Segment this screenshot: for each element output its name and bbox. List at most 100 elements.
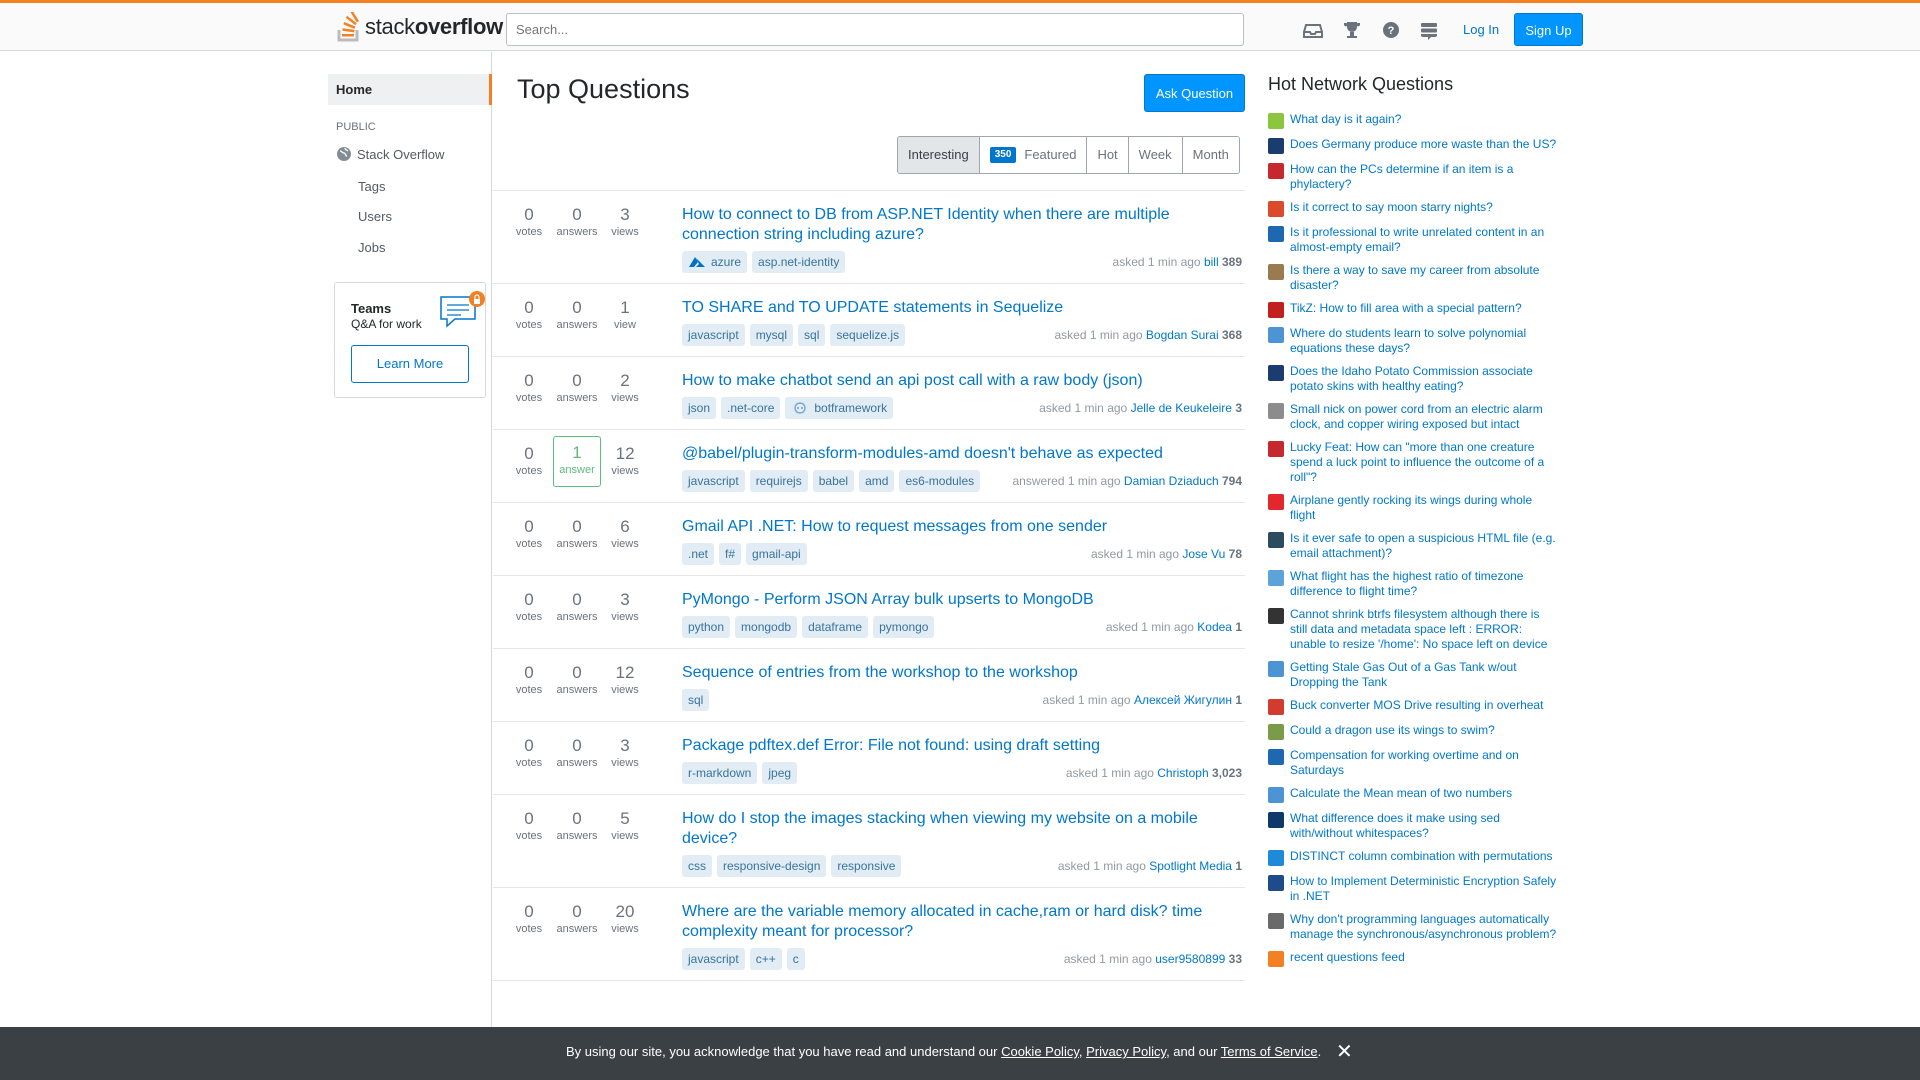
- login-link[interactable]: Log In: [1453, 13, 1509, 46]
- question-tag[interactable]: pymongo: [873, 616, 935, 638]
- question-user-link[interactable]: Jelle de Keukeleire: [1131, 401, 1232, 415]
- question-title-link[interactable]: PyMongo - Perform JSON Array bulk upsert…: [682, 590, 1242, 610]
- question-title-link[interactable]: @babel/plugin-transform-modules-amd does…: [682, 444, 1242, 464]
- nav-users[interactable]: Users: [358, 209, 392, 224]
- feed-link[interactable]: recent questions feed: [1290, 950, 1405, 967]
- question-tag[interactable]: mysql: [749, 324, 794, 346]
- hnq-link[interactable]: Does the Idaho Potato Commission associa…: [1290, 364, 1560, 394]
- stackexchange-icon[interactable]: [1418, 19, 1440, 41]
- question-tag[interactable]: responsive-design: [717, 855, 827, 877]
- inbox-icon[interactable]: [1302, 19, 1324, 41]
- question-user-link[interactable]: Алексей Жигулин: [1134, 693, 1232, 707]
- hnq-link[interactable]: Lucky Feat: How can "more than one creat…: [1290, 440, 1560, 485]
- hnq-link[interactable]: What day is it again?: [1290, 112, 1401, 129]
- hnq-link[interactable]: Does Germany produce more waste than the…: [1290, 137, 1556, 154]
- question-tag[interactable]: asp.net-identity: [752, 251, 846, 273]
- question-tag[interactable]: .net: [682, 543, 715, 565]
- hnq-link[interactable]: What flight has the highest ratio of tim…: [1290, 569, 1560, 599]
- hnq-link[interactable]: How to Implement Deterministic Encryptio…: [1290, 874, 1560, 904]
- hnq-link[interactable]: Compensation for working overtime and on…: [1290, 748, 1560, 778]
- question-user-link[interactable]: Damian Dziaduch: [1124, 474, 1219, 488]
- question-user-link[interactable]: Kodea: [1197, 620, 1232, 634]
- question-tag[interactable]: javascript: [682, 470, 745, 492]
- question-tag[interactable]: r-markdown: [682, 762, 758, 784]
- privacy-policy-link[interactable]: Privacy Policy: [1086, 1044, 1166, 1059]
- hnq-link[interactable]: Airplane gently rocking its wings during…: [1290, 493, 1560, 523]
- question-tag[interactable]: javascript: [682, 948, 745, 970]
- cookie-policy-link[interactable]: Cookie Policy: [1001, 1044, 1079, 1059]
- nav-home[interactable]: Home: [328, 74, 492, 105]
- nav-jobs[interactable]: Jobs: [358, 240, 385, 255]
- question-user-link[interactable]: Spotlight Media: [1149, 859, 1232, 873]
- question-tag[interactable]: json: [682, 397, 717, 419]
- hnq-link[interactable]: Is it ever safe to open a suspicious HTM…: [1290, 531, 1560, 561]
- question-tag[interactable]: sql: [682, 689, 710, 711]
- hnq-link[interactable]: TikZ: How to fill area with a special pa…: [1290, 301, 1522, 318]
- question-tag[interactable]: jpeg: [762, 762, 798, 784]
- question-user-link[interactable]: Christoph: [1157, 766, 1208, 780]
- terms-of-service-link[interactable]: Terms of Service: [1221, 1044, 1318, 1059]
- question-user-link[interactable]: Bogdan Surai: [1146, 328, 1219, 342]
- hnq-link[interactable]: Why don't programming languages automati…: [1290, 912, 1560, 942]
- hnq-link[interactable]: How can the PCs determine if an item is …: [1290, 162, 1560, 192]
- question-user-link[interactable]: user9580899: [1155, 952, 1225, 966]
- hnq-link[interactable]: Is it correct to say moon starry nights?: [1290, 200, 1493, 217]
- question-tag[interactable]: dataframe: [802, 616, 869, 638]
- question-tag[interactable]: sql: [798, 324, 826, 346]
- question-title-link[interactable]: Sequence of entries from the workshop to…: [682, 663, 1242, 683]
- trophy-icon[interactable]: [1341, 19, 1363, 41]
- question-title-link[interactable]: TO SHARE and TO UPDATE statements in Seq…: [682, 298, 1242, 318]
- question-tag[interactable]: mongodb: [735, 616, 798, 638]
- question-title-link[interactable]: How to make chatbot send an api post cal…: [682, 371, 1242, 391]
- filter-featured[interactable]: 350 Featured: [978, 137, 1087, 173]
- hnq-link[interactable]: Cannot shrink btrfs filesystem although …: [1290, 607, 1560, 652]
- recent-questions-feed[interactable]: recent questions feed: [1268, 950, 1560, 967]
- hnq-link[interactable]: What difference does it make using sed w…: [1290, 811, 1560, 841]
- question-tag[interactable]: c++: [749, 948, 782, 970]
- filter-hot[interactable]: Hot: [1086, 137, 1128, 173]
- logo[interactable]: stackoverflow: [336, 12, 503, 42]
- search-input[interactable]: [506, 13, 1244, 46]
- question-title-link[interactable]: Gmail API .NET: How to request messages …: [682, 517, 1242, 537]
- question-tag[interactable]: f#: [719, 543, 742, 565]
- question-title-link[interactable]: Where are the variable memory allocated …: [682, 902, 1242, 942]
- question-tag[interactable]: c: [786, 948, 805, 970]
- question-tag[interactable]: botframework: [785, 397, 894, 419]
- question-tag[interactable]: gmail-api: [746, 543, 807, 565]
- close-icon[interactable]: ✕: [1336, 1039, 1353, 1064]
- question-tag[interactable]: python: [682, 616, 731, 638]
- filter-week[interactable]: Week: [1127, 137, 1182, 173]
- question-tag[interactable]: es6-modules: [899, 470, 981, 492]
- hnq-link[interactable]: DISTINCT column combination with permuta…: [1290, 849, 1553, 866]
- ask-question-button[interactable]: Ask Question: [1144, 74, 1245, 112]
- help-icon[interactable]: ?: [1380, 19, 1402, 41]
- hnq-link[interactable]: Where do students learn to solve polynom…: [1290, 326, 1560, 356]
- question-title-link[interactable]: How to connect to DB from ASP.NET Identi…: [682, 205, 1242, 245]
- signup-button[interactable]: Sign Up: [1514, 13, 1583, 46]
- hnq-link[interactable]: Buck converter MOS Drive resulting in ov…: [1290, 698, 1543, 715]
- hnq-link[interactable]: Is it professional to write unrelated co…: [1290, 225, 1560, 255]
- question-tag[interactable]: azure: [682, 251, 748, 273]
- hnq-link[interactable]: Small nick on power cord from an electri…: [1290, 402, 1560, 432]
- question-tag[interactable]: responsive: [831, 855, 902, 877]
- question-user-link[interactable]: bill: [1204, 255, 1219, 269]
- question-tag[interactable]: sequelize.js: [830, 324, 906, 346]
- hnq-link[interactable]: Is there a way to save my career from ab…: [1290, 263, 1560, 293]
- question-tag[interactable]: requirejs: [749, 470, 808, 492]
- question-tag[interactable]: javascript: [682, 324, 745, 346]
- filter-interesting[interactable]: Interesting: [898, 137, 979, 173]
- nav-stack-overflow[interactable]: Stack Overflow: [336, 146, 444, 162]
- question-tag[interactable]: .net-core: [721, 397, 781, 419]
- filter-month[interactable]: Month: [1181, 137, 1239, 173]
- question-tag[interactable]: babel: [812, 470, 855, 492]
- question-title-link[interactable]: Package pdftex.def Error: File not found…: [682, 736, 1242, 756]
- hnq-link[interactable]: Calculate the Mean mean of two numbers: [1290, 786, 1512, 803]
- question-tag[interactable]: css: [682, 855, 712, 877]
- learn-more-button[interactable]: Learn More: [351, 345, 469, 383]
- question-user-link[interactable]: Jose Vu: [1182, 547, 1225, 561]
- question-tag[interactable]: amd: [859, 470, 895, 492]
- nav-tags[interactable]: Tags: [358, 179, 385, 194]
- question-title-link[interactable]: How do I stop the images stacking when v…: [682, 809, 1242, 849]
- hnq-link[interactable]: Could a dragon use its wings to swim?: [1290, 723, 1495, 740]
- hnq-link[interactable]: Getting Stale Gas Out of a Gas Tank w/ou…: [1290, 660, 1560, 690]
